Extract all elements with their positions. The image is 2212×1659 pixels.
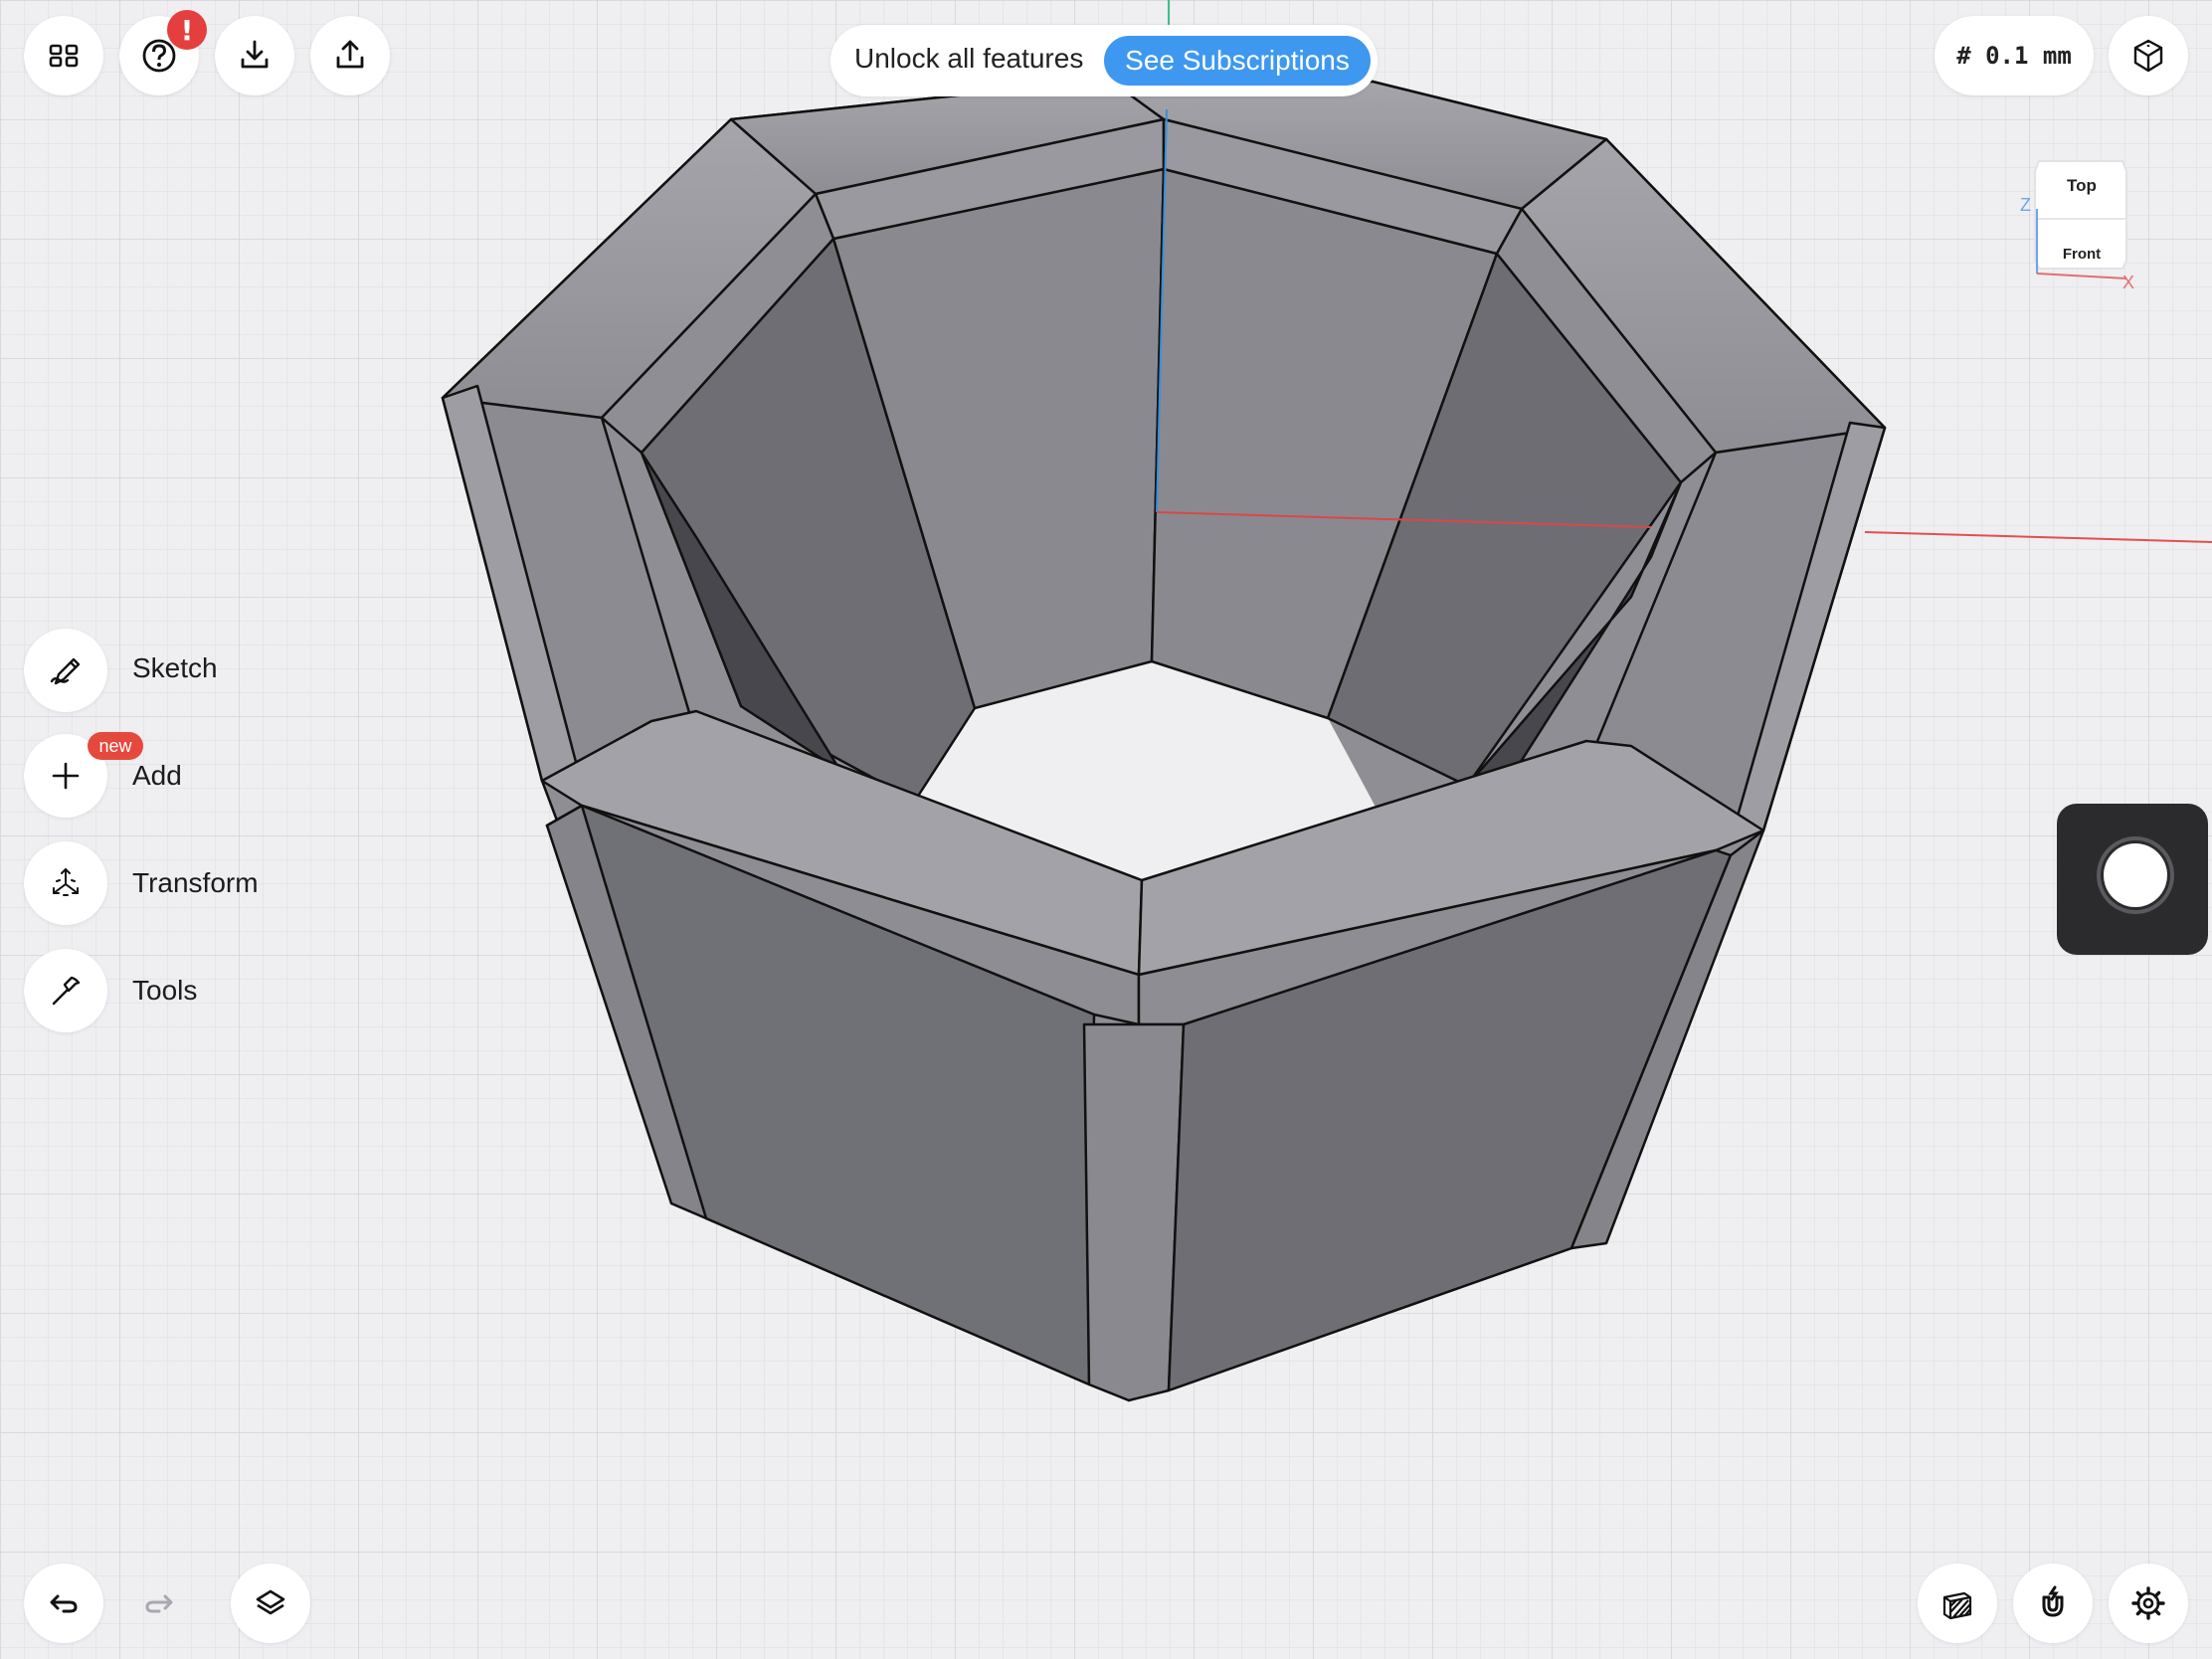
- grid-size-button[interactable]: # 0.1 mm: [1935, 16, 2094, 95]
- wireframe-cube-icon: [2133, 39, 2163, 73]
- material-button[interactable]: [1918, 1564, 1997, 1643]
- record-icon: [2104, 843, 2167, 907]
- menu-label-sketch[interactable]: Sketch: [132, 652, 218, 684]
- 3d-viewport[interactable]: [0, 0, 2212, 1659]
- see-subscriptions-button[interactable]: See Subscriptions: [1104, 36, 1371, 86]
- promo-text: Unlock all features: [854, 43, 1084, 74]
- download-icon: [241, 40, 269, 69]
- redo-button[interactable]: [119, 1564, 199, 1643]
- hatched-box-icon: [1942, 1591, 1972, 1620]
- settings-button[interactable]: [2109, 1564, 2188, 1643]
- plus-icon: [52, 762, 80, 790]
- view-mode-button[interactable]: [2109, 16, 2188, 95]
- layers-icon: [256, 1589, 285, 1615]
- gear-icon: [2131, 1586, 2165, 1620]
- export-button[interactable]: [310, 16, 390, 95]
- tools-button[interactable]: [24, 949, 107, 1032]
- axis-x-label: X: [2122, 273, 2134, 292]
- grid-icon: [49, 44, 79, 68]
- hammer-icon: [52, 976, 81, 1006]
- home-grid-button[interactable]: [24, 16, 103, 95]
- import-button[interactable]: [215, 16, 294, 95]
- alert-badge: !: [167, 10, 207, 50]
- view-cube-top-face[interactable]: Top: [2067, 176, 2097, 195]
- transform-arrows-icon: [53, 868, 79, 896]
- menu-label-transform[interactable]: Transform: [132, 867, 259, 899]
- subscription-banner: Unlock all features See Subscriptions: [830, 25, 1378, 96]
- view-cube[interactable]: Top Front Z X: [1999, 149, 2138, 298]
- sketch-button[interactable]: [24, 629, 107, 712]
- pencil-icon: [50, 657, 81, 685]
- magnet-icon: [2042, 1585, 2064, 1617]
- menu-label-tools[interactable]: Tools: [132, 975, 197, 1007]
- record-button[interactable]: [2097, 836, 2174, 914]
- view-cube-front-face[interactable]: Front: [2063, 246, 2101, 263]
- share-icon: [336, 40, 364, 69]
- layers-button[interactable]: [231, 1564, 310, 1643]
- new-badge: new: [88, 732, 143, 760]
- redo-icon: [145, 1594, 173, 1613]
- menu-label-add[interactable]: Add: [132, 760, 182, 792]
- record-panel: [2057, 804, 2208, 955]
- transform-button[interactable]: [24, 841, 107, 925]
- snap-button[interactable]: [2013, 1564, 2093, 1643]
- axis-z-label: Z: [2020, 195, 2031, 215]
- undo-icon: [50, 1594, 78, 1613]
- undo-button[interactable]: [24, 1564, 103, 1643]
